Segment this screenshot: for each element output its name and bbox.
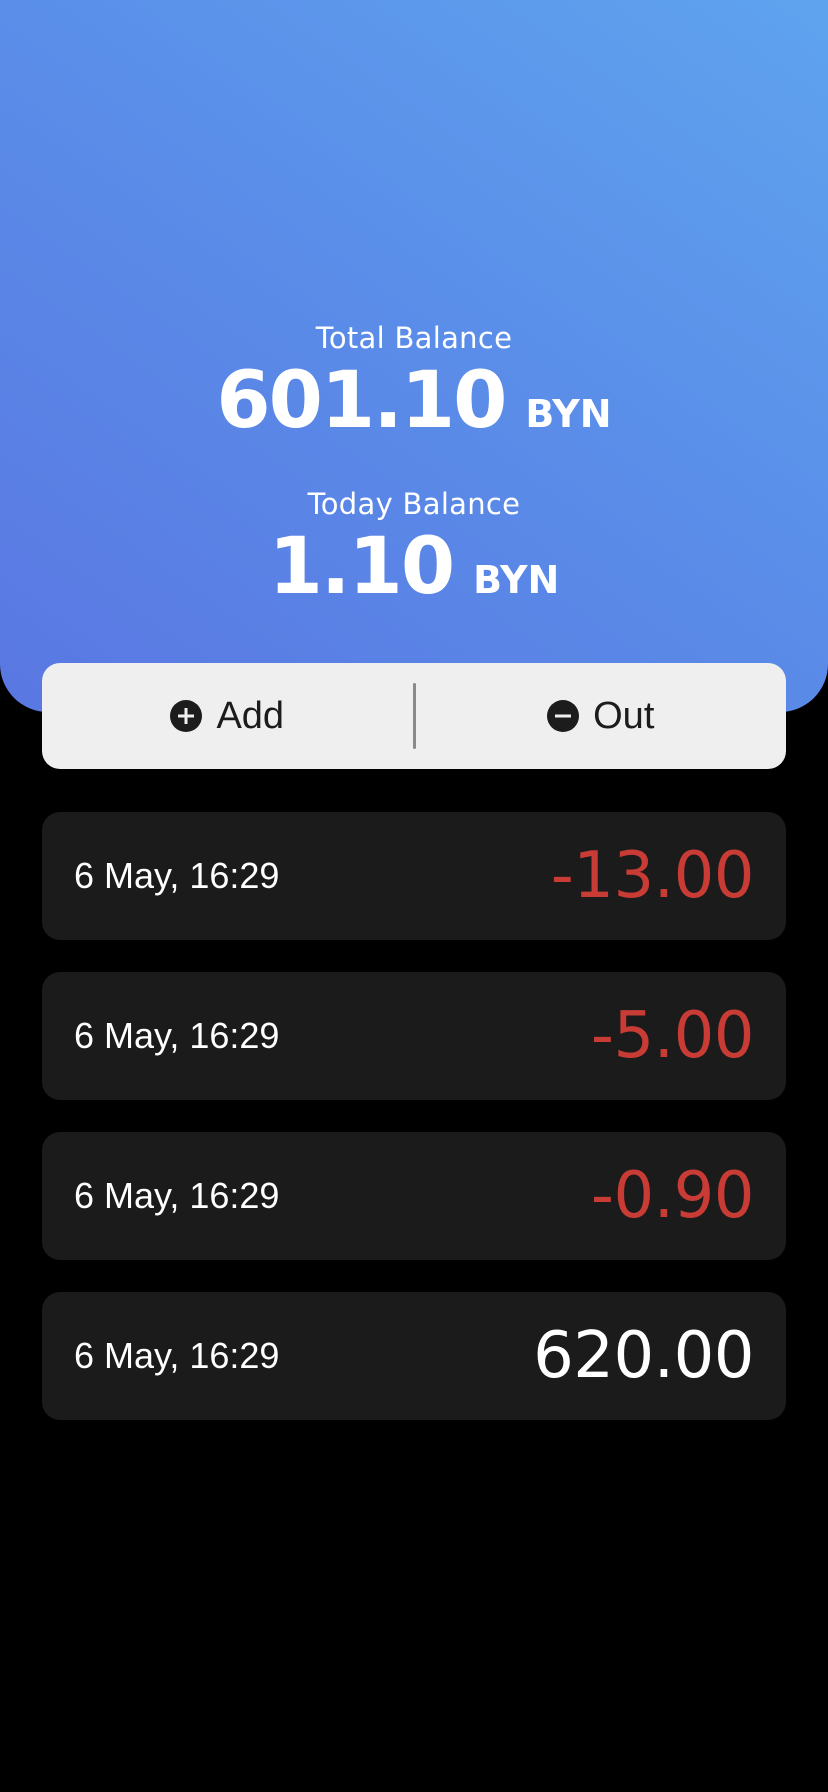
total-balance-currency: BYN	[525, 392, 612, 436]
total-balance-row: 601.10 BYN	[0, 358, 828, 444]
out-button[interactable]: Out	[416, 663, 787, 769]
total-balance-label: Total Balance	[315, 321, 513, 355]
add-button[interactable]: Add	[42, 663, 413, 769]
transaction-amount: -0.90	[590, 1159, 755, 1233]
transaction-item[interactable]: 6 May, 16:29 -13.00	[42, 812, 786, 940]
add-button-label: Add	[216, 694, 285, 737]
transaction-list: 6 May, 16:29 -13.00 6 May, 16:29 -5.00 6…	[42, 812, 786, 1452]
out-button-label: Out	[593, 694, 655, 737]
transaction-item[interactable]: 6 May, 16:29 -0.90	[42, 1132, 786, 1260]
transaction-amount: -5.00	[590, 999, 755, 1073]
today-balance: Today Balance 1.10 BYN	[0, 486, 828, 610]
today-balance-row: 1.10 BYN	[0, 524, 828, 610]
transaction-item[interactable]: 6 May, 16:29 620.00	[42, 1292, 786, 1420]
transaction-item[interactable]: 6 May, 16:29 -5.00	[42, 972, 786, 1100]
action-bar: Add Out	[42, 663, 786, 769]
balance-header: Total Balance 601.10 BYN Today Balance 1…	[0, 0, 828, 712]
transaction-date: 6 May, 16:29	[74, 855, 280, 896]
total-balance: Total Balance 601.10 BYN	[0, 320, 828, 444]
today-balance-currency: BYN	[473, 558, 560, 602]
transaction-amount: -13.00	[550, 839, 755, 913]
today-balance-label: Today Balance	[307, 487, 521, 521]
transaction-date: 6 May, 16:29	[74, 1335, 280, 1376]
minus-circle-icon	[547, 700, 580, 732]
transaction-amount: 620.00	[533, 1319, 754, 1393]
today-balance-amount: 1.10	[268, 522, 455, 612]
total-balance-amount: 601.10	[216, 356, 507, 446]
plus-circle-icon	[170, 700, 203, 732]
transaction-date: 6 May, 16:29	[74, 1015, 280, 1056]
transaction-date: 6 May, 16:29	[74, 1175, 280, 1216]
